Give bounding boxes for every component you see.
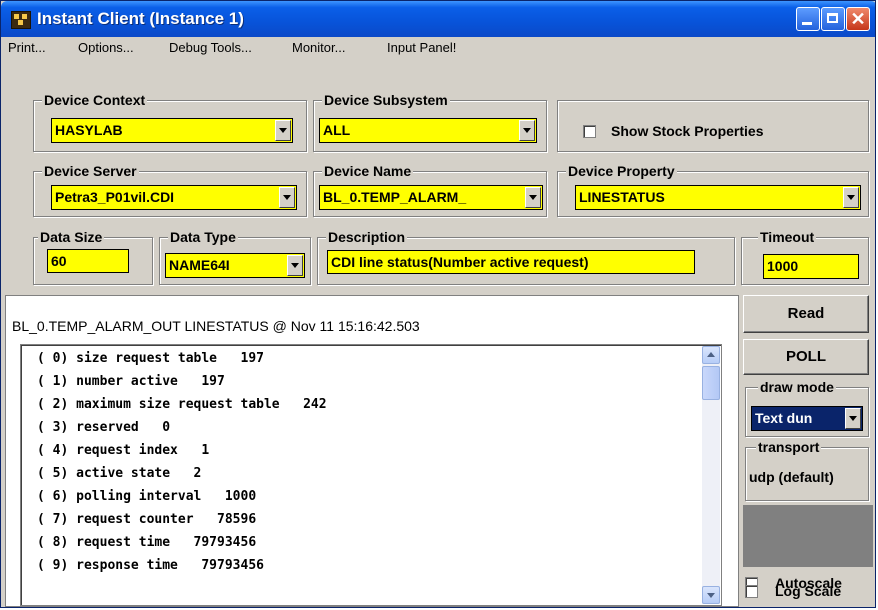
timeout-label: Timeout [758,229,817,245]
timeout-field[interactable]: 1000 [763,254,859,279]
transport-value[interactable]: udp (default) [749,469,834,485]
log-scale-label: Log Scale [775,583,842,599]
scroll-down-button[interactable] [702,586,720,604]
menu-bar: Print... Options... Debug Tools... Monit… [1,37,875,59]
close-button[interactable]: ✕ [846,7,870,31]
list-item: ( 9) response time 79793456 [37,558,264,573]
maximize-button[interactable] [821,7,845,31]
chevron-down-icon[interactable] [843,187,859,208]
minimize-icon [802,22,812,25]
chevron-down-icon[interactable] [845,408,861,429]
list-item: ( 2) maximum size request table 242 [37,397,327,412]
list-item: ( 6) polling interval 1000 [37,489,257,504]
device-server-value: Petra3_P01vil.CDI [55,189,175,205]
list-item: ( 3) reserved 0 [37,420,171,435]
show-stock-checkbox[interactable] [583,125,596,138]
scroll-up-button[interactable] [702,346,720,364]
draw-mode-value: Text dun [755,410,813,426]
list-item: ( 8) request time 79793456 [37,535,257,550]
description-label: Description [326,229,408,245]
device-context-value: HASYLAB [55,122,123,138]
list-item: ( 7) request counter 78596 [37,512,257,527]
data-type-label: Data Type [168,229,238,245]
maximize-icon [827,13,838,23]
vertical-scrollbar[interactable] [702,346,720,604]
data-type-select[interactable]: NAME64I [165,253,305,278]
device-name-value: BL_0.TEMP_ALARM_ [323,189,467,205]
draw-mode-label: draw mode [758,379,836,395]
data-type-value: NAME64I [169,257,230,273]
app-icon [11,11,31,29]
output-title: BL_0.TEMP_ALARM_OUT LINESTATUS @ Nov 11 … [12,318,420,334]
menu-options[interactable]: Options... [78,40,134,55]
title-bar[interactable]: Instant Client (Instance 1) ✕ [1,1,875,37]
draw-mode-select[interactable]: Text dun [751,406,863,431]
device-property-label: Device Property [566,163,677,179]
chevron-down-icon[interactable] [287,255,303,276]
list-item: ( 5) active state 2 [37,466,202,481]
chevron-down-icon[interactable] [275,120,291,141]
list-item: ( 0) size request table 197 [37,351,264,366]
list-item: ( 4) request index 1 [37,443,210,458]
menu-debug-tools[interactable]: Debug Tools... [169,40,252,55]
menu-monitor[interactable]: Monitor... [292,40,345,55]
device-property-value: LINESTATUS [579,189,665,205]
scroll-thumb[interactable] [702,366,720,400]
menu-print[interactable]: Print... [8,40,46,55]
app-window: Instant Client (Instance 1) ✕ Print... O… [0,0,876,608]
transport-label: transport [756,439,822,455]
poll-button[interactable]: POLL [743,339,869,375]
device-property-select[interactable]: LINESTATUS [575,185,861,210]
device-server-select[interactable]: Petra3_P01vil.CDI [51,185,297,210]
device-context-label: Device Context [42,92,148,108]
minimize-button[interactable] [796,7,820,31]
log-scale-checkbox[interactable] [745,585,758,598]
device-name-label: Device Name [322,163,414,179]
window-title: Instant Client (Instance 1) [37,9,244,28]
data-size-field[interactable]: 60 [47,249,129,273]
device-server-label: Device Server [42,163,139,179]
device-subsystem-value: ALL [323,122,351,138]
output-list[interactable]: ( 0) size request table 197 ( 1) number … [20,344,722,606]
show-stock-label: Show Stock Properties [611,123,764,139]
data-size-label: Data Size [38,229,105,245]
list-item: ( 1) number active 197 [37,374,225,389]
close-icon: ✕ [850,9,866,29]
status-panel [743,505,873,567]
chevron-down-icon[interactable] [279,187,295,208]
device-context-select[interactable]: HASYLAB [51,118,293,143]
menu-input-panel[interactable]: Input Panel! [387,40,456,55]
output-panel: BL_0.TEMP_ALARM_OUT LINESTATUS @ Nov 11 … [5,295,739,607]
chevron-down-icon[interactable] [519,120,535,141]
device-name-select[interactable]: BL_0.TEMP_ALARM_ [319,185,543,210]
device-subsystem-label: Device Subsystem [322,92,450,108]
device-subsystem-select[interactable]: ALL [319,118,537,143]
read-button[interactable]: Read [743,295,869,333]
description-field[interactable]: CDI line status(Number active request) [327,250,695,274]
chevron-down-icon[interactable] [525,187,541,208]
